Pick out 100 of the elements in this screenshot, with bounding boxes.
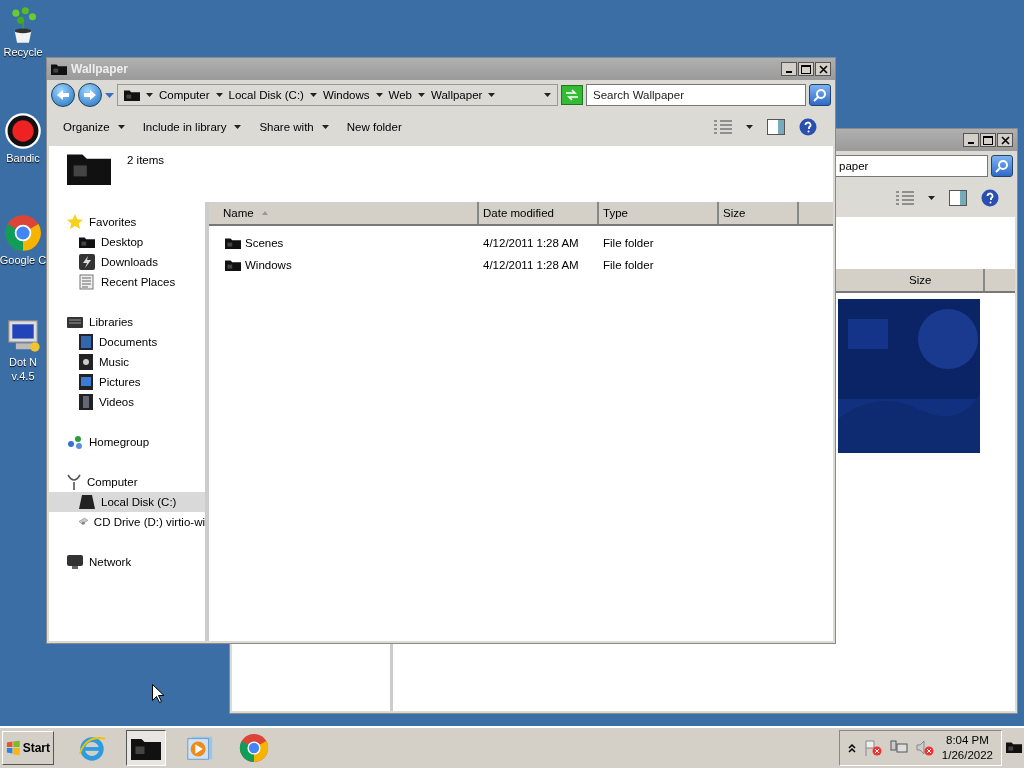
network-nodes-icon xyxy=(67,434,83,450)
window-title: Wallpaper xyxy=(71,62,129,76)
sidebar-item[interactable]: Local Disk (C:) xyxy=(49,492,205,512)
close-button[interactable] xyxy=(997,133,1013,147)
help-icon[interactable] xyxy=(799,118,817,136)
minimize-button[interactable] xyxy=(781,62,797,76)
caret-icon[interactable] xyxy=(544,93,551,97)
close-icon xyxy=(818,64,828,74)
file-name[interactable]: Scenes xyxy=(245,237,284,249)
chrome-icon[interactable] xyxy=(4,214,42,252)
network-icon xyxy=(67,555,83,569)
sidebar-item[interactable]: Documents xyxy=(49,332,205,352)
desktop-icon-label[interactable]: Google C xyxy=(0,254,47,266)
toolbar-button[interactable]: New folder xyxy=(340,117,408,137)
toolbar-button[interactable]: Organize xyxy=(57,117,131,137)
muted-speaker-icon[interactable] xyxy=(915,740,934,756)
maximize-button[interactable] xyxy=(980,133,996,147)
folder-icon xyxy=(51,62,67,76)
toolbar-button[interactable]: Share with xyxy=(253,117,335,137)
folder-icon xyxy=(124,88,140,102)
address-bar[interactable]: Computer Local Disk (C:) Windows Web Wallpaper xyxy=(117,84,558,106)
breadcrumb-item[interactable]: Web xyxy=(388,89,412,101)
sidebar-item[interactable]: Music xyxy=(49,352,205,372)
back-arrow-icon xyxy=(56,89,70,101)
caret-icon[interactable] xyxy=(375,93,383,97)
forward-arrow-icon xyxy=(83,89,97,101)
lightning-icon xyxy=(79,254,95,270)
list-icon xyxy=(79,274,95,290)
back-button[interactable] xyxy=(51,83,75,107)
caret-icon[interactable] xyxy=(928,196,935,200)
chevron-up-icon[interactable] xyxy=(847,743,856,753)
sidebar-item[interactable]: Recent Places xyxy=(49,272,205,292)
sidebar-item[interactable]: Desktop xyxy=(49,232,205,252)
desktop-icon-label[interactable]: Bandic xyxy=(6,152,40,164)
close-icon xyxy=(1000,135,1010,145)
help-icon[interactable] xyxy=(981,189,999,207)
mouse-cursor-icon xyxy=(152,684,164,704)
table-cell-text: 4/12/2011 1:28 AM xyxy=(482,237,580,249)
forward-button[interactable] xyxy=(78,83,102,107)
table-cell-text: 4/12/2011 1:28 AM xyxy=(482,259,580,271)
file-name[interactable]: Windows xyxy=(245,259,292,271)
close-button[interactable] xyxy=(815,62,831,76)
column-header[interactable]: Name xyxy=(209,202,479,224)
clock-time[interactable]: 8:04 PM xyxy=(946,733,989,748)
search-icon xyxy=(813,88,827,102)
minimize-button[interactable] xyxy=(963,133,979,147)
search-button[interactable] xyxy=(809,84,831,106)
column-header[interactable]: Size xyxy=(719,202,799,224)
sidebar-item[interactable]: Downloads xyxy=(49,252,205,272)
caret-icon[interactable] xyxy=(488,93,496,97)
maximize-icon xyxy=(801,64,811,74)
sidebar-item[interactable]: Homegroup xyxy=(49,432,205,452)
maximize-button[interactable] xyxy=(798,62,814,76)
star-icon xyxy=(67,214,83,230)
sidebar-item[interactable]: Favorites xyxy=(49,212,205,232)
sidebar-item[interactable]: CD Drive (D:) virtio-wi xyxy=(49,512,205,532)
record-icon[interactable] xyxy=(4,112,42,150)
flag-error-icon[interactable] xyxy=(863,740,882,756)
refresh-button[interactable] xyxy=(561,85,583,105)
clock-date[interactable]: 1/26/2022 xyxy=(941,748,993,763)
table-cell-text: File folder xyxy=(602,259,655,271)
folder-icon xyxy=(131,736,161,760)
desktop-icon-label[interactable]: Recycle xyxy=(3,46,43,58)
image-icon xyxy=(79,374,93,390)
search-icon xyxy=(995,159,1009,173)
search-field[interactable]: Search Wallpaper xyxy=(586,84,806,106)
sidebar-item[interactable]: Videos xyxy=(49,392,205,412)
sidebar-item[interactable]: Computer xyxy=(49,472,205,492)
sidebar-item[interactable]: Libraries xyxy=(49,312,205,332)
breadcrumb-item[interactable]: Computer xyxy=(159,89,210,101)
preview-pane-icon[interactable] xyxy=(767,119,785,135)
toolbar-button[interactable]: Include in library xyxy=(136,117,248,137)
breadcrumb-item[interactable]: Windows xyxy=(322,89,370,101)
music-icon xyxy=(79,354,93,370)
caret-icon[interactable] xyxy=(146,93,153,97)
search-button[interactable] xyxy=(991,155,1013,177)
sidebar-item[interactable]: Pictures xyxy=(49,372,205,392)
caret-icon[interactable] xyxy=(418,93,425,97)
column-header[interactable]: Type xyxy=(599,202,719,224)
start-button[interactable]: Start xyxy=(2,731,54,765)
sidebar-item[interactable]: Network xyxy=(49,552,205,572)
column-header[interactable]: Size xyxy=(905,269,985,291)
folder-icon xyxy=(79,235,95,249)
chrome-icon[interactable] xyxy=(239,733,269,763)
item-count: 2 items xyxy=(127,153,165,166)
refresh-icon xyxy=(565,89,579,101)
preview-pane-icon[interactable] xyxy=(949,190,967,206)
maximize-icon xyxy=(983,135,993,145)
column-header[interactable]: Date modified xyxy=(479,202,599,224)
caret-icon[interactable] xyxy=(215,93,223,97)
network-computer-icon[interactable] xyxy=(889,740,908,756)
breadcrumb-item[interactable]: Local Disk (C:) xyxy=(228,89,304,101)
breadcrumb-item[interactable]: Wallpaper xyxy=(431,89,483,101)
caret-icon[interactable] xyxy=(309,93,317,97)
film-icon xyxy=(79,394,93,410)
branch-icon xyxy=(67,474,81,490)
desktop-icon-label[interactable]: v.4.5 xyxy=(11,370,35,382)
desktop-icon-label[interactable]: Dot N xyxy=(8,356,38,368)
caret-icon[interactable] xyxy=(117,125,125,129)
folder-icon xyxy=(225,236,241,250)
